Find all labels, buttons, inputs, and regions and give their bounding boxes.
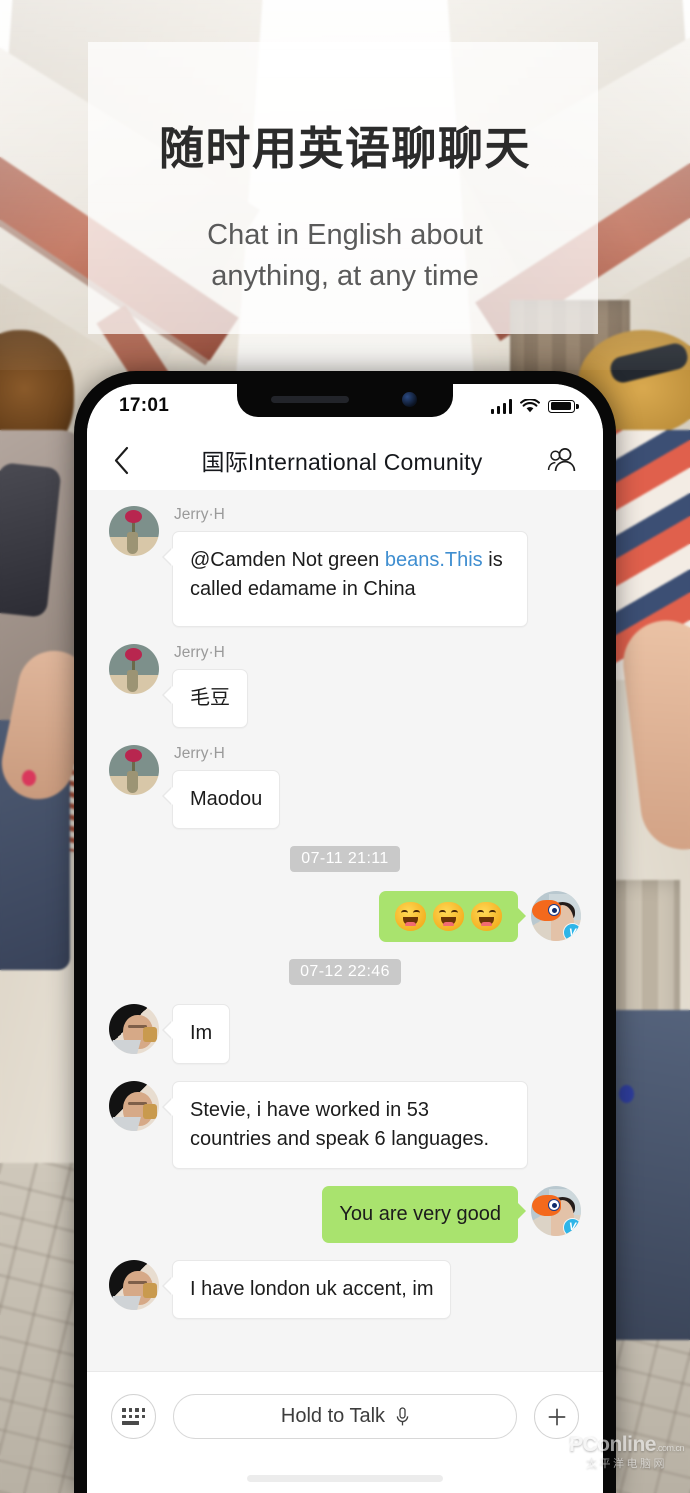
message-bubble[interactable]: You are very good [322,1185,526,1244]
grinning-squinting-face-icon [471,902,502,932]
flower-vase-avatar[interactable] [109,745,159,796]
man-face-avatar[interactable] [109,1260,159,1311]
back-button[interactable] [113,446,147,475]
battery-full-icon [548,399,579,413]
wifi-icon [520,398,540,412]
verified-badge: V [563,1217,581,1236]
earpiece-speaker [271,396,349,403]
chat-message-incoming: Jerry·H @Camden Not green beans.This is … [109,506,581,627]
message-text-part1: @Camden Not green [190,549,385,571]
chat-message-incoming: I have london uk accent, im [109,1260,581,1320]
chat-message-outgoing: You are very good V [109,1185,581,1244]
page-title: 国际International Comunity [201,449,483,475]
keyboard-toggle-button[interactable] [111,1394,156,1439]
man-face-avatar[interactable] [109,1080,159,1131]
flower-vase-avatar[interactable] [109,644,159,694]
hero-section: 随时用英语聊聊天 Chat in English about anything,… [0,0,690,297]
front-camera [402,392,417,407]
verified-badge: V [563,923,581,942]
phone-mockup: 17:01 国际International Comunity Jerry·H @… [74,371,616,1493]
home-indicator [247,1475,443,1482]
signal-bars-icon [490,398,512,414]
phone-notch [237,384,453,417]
chat-message-incoming: Jerry·H Maodou [109,745,581,830]
timestamp-divider: 07-12 22:46 [109,959,581,986]
hero-subtitle-line2: anything, at any time [211,260,479,293]
message-bubble[interactable]: 毛豆 [172,669,248,729]
chat-message-incoming: Stevie, i have worked in 53 countries an… [109,1080,581,1169]
chat-message-incoming: Jerry·H 毛豆 [109,644,581,729]
goldfish-photo-avatar[interactable]: V [531,1185,581,1236]
hero-subtitle-line1: Chat in English about [207,219,483,251]
grinning-squinting-face-icon [433,902,464,932]
message-bubble-emoji[interactable] [379,891,526,943]
message-bubble[interactable]: Stevie, i have worked in 53 countries an… [172,1080,528,1169]
hero-subtitle: Chat in English about anything, at any t… [0,215,690,297]
message-bubble[interactable]: @Camden Not green beans.This is called e… [172,531,528,627]
timestamp-divider: 07-11 21:11 [109,846,581,873]
timestamp-label: 07-12 22:46 [289,959,401,986]
chat-message-incoming: Im [109,1004,581,1064]
message-sender-name: Jerry·H [174,506,225,523]
message-bubble[interactable]: Im [172,1004,231,1064]
chat-message-list[interactable]: Jerry·H @Camden Not green beans.This is … [87,490,603,1371]
hold-to-talk-button[interactable]: Hold to Talk [173,1394,517,1439]
phone-screen: 17:01 国际International Comunity Jerry·H @… [87,384,603,1493]
chat-message-outgoing: V [109,891,581,943]
message-link[interactable]: beans.This [385,549,483,571]
grinning-squinting-face-icon [395,902,426,932]
timestamp-label: 07-11 21:11 [290,846,400,873]
flower-vase-avatar[interactable] [109,506,159,556]
status-time: 17:01 [119,395,170,416]
plus-icon [548,1408,565,1425]
microphone-icon [396,1406,409,1425]
status-indicators [490,398,579,414]
group-members-icon [547,448,576,472]
message-bubble[interactable]: Maodou [172,770,281,830]
nav-bar: 国际International Comunity [87,430,603,490]
hold-to-talk-label: Hold to Talk [280,1405,386,1427]
more-actions-button[interactable] [534,1394,579,1439]
man-face-avatar[interactable] [109,1004,159,1055]
message-bubble[interactable]: I have london uk accent, im [172,1260,452,1320]
hero-title: 随时用英语聊聊天 [158,123,531,174]
message-sender-name: Jerry·H [174,644,225,661]
group-members-button[interactable] [543,446,577,474]
keyboard-icon [122,1408,145,1425]
goldfish-photo-avatar[interactable]: V [531,891,581,942]
chevron-left-icon [114,446,129,474]
message-sender-name: Jerry·H [174,745,225,763]
